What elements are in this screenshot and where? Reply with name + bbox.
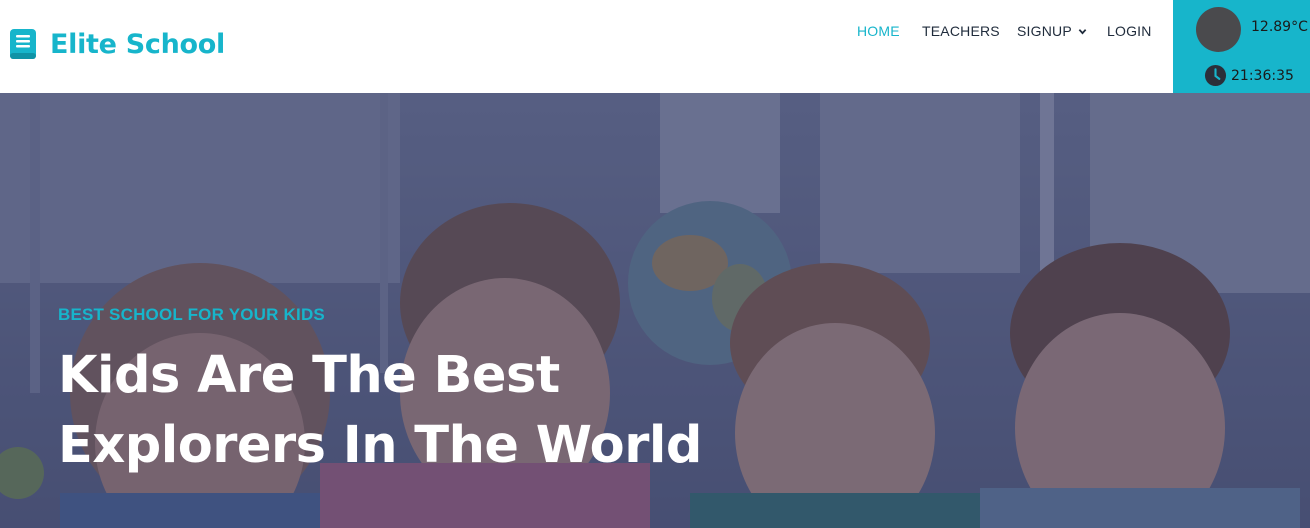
temperature-readout: 12.89°C [1251,19,1308,35]
nav-home[interactable]: HOME [857,23,900,39]
nav-login[interactable]: LOGIN [1107,23,1152,39]
hero-section: BEST SCHOOL FOR YOUR KIDS Kids Are The B… [0,93,1310,528]
hero-title-line-1: Kids Are The Best [58,346,560,405]
clock-icon [1204,64,1227,87]
clock-time: 21:36:35 [1231,67,1294,84]
clock-row: 21:36:35 [1204,64,1294,87]
brand-logo-link[interactable]: Elite School [9,27,225,61]
brand-name: Elite School [50,28,225,60]
nav-teachers[interactable]: TEACHERS [922,23,1000,39]
chevron-down-icon [1078,28,1087,34]
hero-title: Kids Are The Best Explorers In The World [58,341,818,481]
nav-signup-dropdown[interactable]: SIGNUP [1017,23,1087,39]
hero-subtitle: BEST SCHOOL FOR YOUR KIDS [58,305,325,324]
book-icon [10,29,36,59]
weather-icon [1196,7,1241,52]
hero-title-line-2: Explorers In The World [58,416,702,475]
navbar: Elite School HOME TEACHERS SIGNUP LOGIN … [0,0,1310,93]
weather-clock-widget: 12.89°C 21:36:35 [1173,0,1310,93]
nav-signup-label: SIGNUP [1017,23,1072,39]
